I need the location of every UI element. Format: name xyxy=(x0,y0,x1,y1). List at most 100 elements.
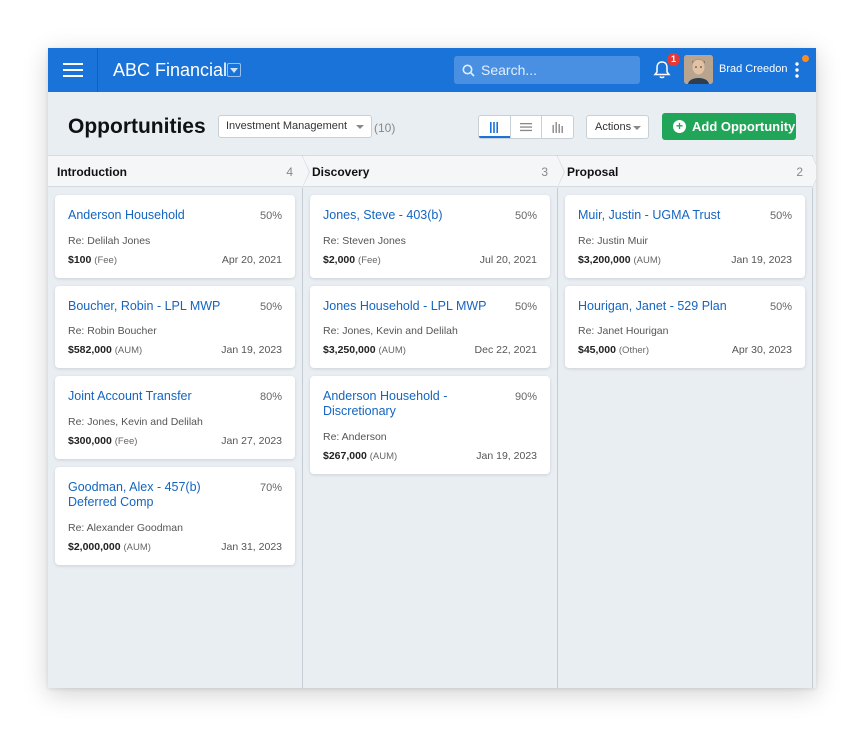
amount-type: (AUM) xyxy=(114,345,143,356)
opportunity-title[interactable]: Muir, Justin - UGMA Trust xyxy=(578,208,758,223)
related-contact: Re: Delilah Jones xyxy=(68,235,151,247)
amount: $2,000,000 (AUM) xyxy=(68,541,151,553)
opportunity-card[interactable]: Anderson Household - Discretionary 90% R… xyxy=(310,376,550,474)
close-date: Jul 20, 2021 xyxy=(479,254,537,266)
opportunity-title[interactable]: Jones, Steve - 403(b) xyxy=(323,208,503,223)
related-contact: Re: Alexander Goodman xyxy=(68,522,183,534)
amount: $45,000 (Other) xyxy=(578,344,649,356)
stage-header[interactable]: Discovery 3 xyxy=(303,155,565,189)
stage-name: Proposal xyxy=(567,165,619,179)
probability: 50% xyxy=(259,301,282,313)
close-date: Apr 30, 2023 xyxy=(731,344,792,356)
app-switcher-dropdown[interactable] xyxy=(227,63,241,77)
amount-value: $45,000 xyxy=(578,344,616,356)
actions-dropdown-button[interactable]: Actions xyxy=(586,115,649,139)
kanban-board: Introduction 4 Anderson Household 50% Re… xyxy=(48,155,816,688)
user-avatar-icon xyxy=(684,55,713,84)
amount-type: (AUM) xyxy=(123,542,151,553)
probability: 50% xyxy=(769,301,792,313)
stage-header[interactable]: Introduction 4 xyxy=(48,155,310,189)
probability: 50% xyxy=(769,210,792,222)
stage-header[interactable]: Proposal 2 xyxy=(558,155,816,189)
list-view-icon xyxy=(520,123,532,132)
caret-down-icon xyxy=(633,126,641,130)
amount: $2,000 (Fee) xyxy=(323,254,381,266)
amount-value: $300,000 xyxy=(68,435,112,447)
opportunity-card[interactable]: Jones Household - LPL MWP 50% Re: Jones,… xyxy=(310,286,550,368)
add-opportunity-button[interactable]: + Add Opportunity xyxy=(662,113,796,140)
search-box[interactable] xyxy=(454,56,640,84)
stage-column-proposal: Proposal 2 Muir, Justin - UGMA Trust 50%… xyxy=(558,155,816,688)
notification-badge: 1 xyxy=(667,53,680,66)
caret-down-icon xyxy=(356,125,365,129)
amount-value: $100 xyxy=(68,254,92,266)
opportunity-card[interactable]: Joint Account Transfer 80% Re: Jones, Ke… xyxy=(55,376,295,459)
related-contact: Re: Robin Boucher xyxy=(68,325,157,337)
amount-type: (AUM) xyxy=(633,255,661,266)
close-date: Jan 31, 2023 xyxy=(221,541,282,553)
close-date: Jan 19, 2023 xyxy=(731,254,792,266)
opportunity-title[interactable]: Goodman, Alex - 457(b) Deferred Comp xyxy=(68,480,248,510)
amount: $100 (Fee) xyxy=(68,254,117,266)
amount-value: $2,000 xyxy=(323,254,356,266)
amount-type: (AUM) xyxy=(378,345,406,356)
actions-label: Actions xyxy=(595,121,632,133)
amount-value: $3,200,000 xyxy=(578,254,631,266)
list-view-button[interactable] xyxy=(511,116,543,138)
amount-value: $2,000,000 xyxy=(68,541,121,553)
opportunity-title[interactable]: Joint Account Transfer xyxy=(68,389,248,404)
stage-count: 4 xyxy=(286,165,293,179)
bar-chart-icon xyxy=(552,121,563,133)
pipeline-filter-select[interactable]: Investment Management xyxy=(218,115,373,138)
app-title[interactable]: ABC Financial xyxy=(113,60,227,81)
stage-column-introduction: Introduction 4 Anderson Household 50% Re… xyxy=(48,155,310,688)
user-name[interactable]: Brad Creedon xyxy=(719,63,788,75)
view-toggle xyxy=(478,115,574,139)
opportunity-card[interactable]: Hourigan, Janet - 529 Plan 50% Re: Janet… xyxy=(565,286,805,368)
stage-arrow xyxy=(557,156,564,188)
amount-value: $3,250,000 xyxy=(323,344,376,356)
opportunity-card[interactable]: Goodman, Alex - 457(b) Deferred Comp 70%… xyxy=(55,467,295,565)
amount-type: (Fee) xyxy=(358,255,381,266)
amount: $3,200,000 (AUM) xyxy=(578,254,661,266)
probability: 50% xyxy=(514,301,537,313)
stage-arrow xyxy=(302,156,309,188)
related-contact: Re: Jones, Kevin and Delilah xyxy=(68,416,203,428)
opportunity-title[interactable]: Hourigan, Janet - 529 Plan xyxy=(578,299,758,314)
chevron-down-icon xyxy=(230,67,238,73)
opportunity-card[interactable]: Boucher, Robin - LPL MWP 50% Re: Robin B… xyxy=(55,286,295,368)
stage-count: 2 xyxy=(796,165,803,179)
opportunity-card[interactable]: Jones, Steve - 403(b) 50% Re: Steven Jon… xyxy=(310,195,550,278)
board-view-icon xyxy=(490,121,499,133)
probability: 80% xyxy=(259,391,282,403)
amount-value: $582,000 xyxy=(68,344,112,356)
opportunity-title[interactable]: Boucher, Robin - LPL MWP xyxy=(68,299,248,314)
amount: $582,000 (AUM) xyxy=(68,344,142,356)
avatar[interactable] xyxy=(684,55,713,84)
probability: 90% xyxy=(514,391,537,403)
opportunity-title[interactable]: Anderson Household xyxy=(68,208,248,223)
close-date: Jan 19, 2023 xyxy=(476,450,537,462)
search-input[interactable] xyxy=(481,62,631,78)
more-vertical-icon[interactable] xyxy=(790,61,804,79)
close-date: Dec 22, 2021 xyxy=(474,344,537,356)
opportunity-title[interactable]: Anderson Household - Discretionary xyxy=(323,389,503,419)
app-window: ABC Financial 1 Brad xyxy=(48,48,816,688)
add-opportunity-label: Add Opportunity xyxy=(692,119,796,134)
status-dot xyxy=(802,55,809,62)
stage-column-discovery: Discovery 3 Jones, Steve - 403(b) 50% Re… xyxy=(303,155,565,688)
amount-type: (Other) xyxy=(618,345,649,356)
opportunity-title[interactable]: Jones Household - LPL MWP xyxy=(323,299,503,314)
pipeline-filter-label: Investment Management xyxy=(226,120,348,132)
opportunity-card[interactable]: Anderson Household 50% Re: Delilah Jones… xyxy=(55,195,295,278)
hamburger-menu-button[interactable] xyxy=(48,48,98,92)
opportunity-count: (10) xyxy=(374,121,396,135)
related-contact: Re: Justin Muir xyxy=(578,235,649,247)
stage-arrow xyxy=(812,156,816,188)
board-view-button[interactable] xyxy=(479,116,511,138)
close-date: Apr 20, 2021 xyxy=(221,254,282,266)
close-date: Jan 19, 2023 xyxy=(221,344,282,356)
chart-view-button[interactable] xyxy=(542,116,573,138)
related-contact: Re: Steven Jones xyxy=(323,235,406,247)
opportunity-card[interactable]: Muir, Justin - UGMA Trust 50% Re: Justin… xyxy=(565,195,805,278)
